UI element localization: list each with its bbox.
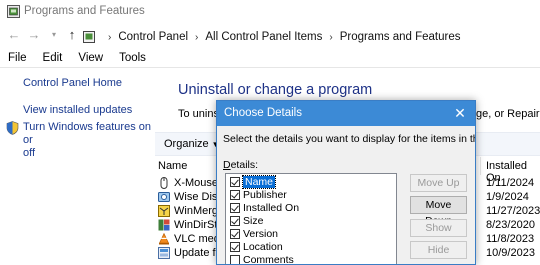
column-header-name[interactable]: Name — [158, 160, 187, 172]
windirstat-icon — [158, 219, 170, 231]
program-installed-date: 10/9/2023 — [486, 247, 535, 259]
choose-details-dialog: Choose Details ✕ Select the details you … — [216, 100, 476, 265]
menu-tools[interactable]: Tools — [111, 50, 154, 68]
dialog-titlebar[interactable]: Choose Details ✕ — [217, 101, 475, 126]
program-installed-date: 8/23/2020 — [486, 219, 535, 231]
breadcrumb-separator-icon[interactable]: › — [195, 32, 198, 43]
program-installed-date: 1/9/2024 — [486, 191, 529, 203]
program-row[interactable]: WinMerge — [158, 204, 224, 218]
breadcrumb-item[interactable]: Control Panel — [118, 31, 188, 43]
breadcrumb-separator-icon[interactable]: › — [329, 32, 332, 43]
window-title: Programs and Features — [24, 5, 145, 17]
checkbox-checked[interactable] — [230, 228, 240, 239]
detail-item-name[interactable]: Name — [230, 174, 277, 189]
detail-item-installed-on[interactable]: Installed On — [230, 201, 299, 214]
details-label: Details: — [223, 159, 258, 171]
detail-item-label: Installed On — [243, 201, 300, 214]
detail-item-label: Publisher — [243, 188, 287, 201]
details-label-rest: etails: — [230, 159, 259, 171]
program-installed-date: 1/11/2024 — [486, 177, 535, 189]
view-installed-updates-link[interactable]: View installed updates — [23, 104, 132, 116]
checkbox-unchecked[interactable] — [230, 254, 240, 264]
breadcrumb: › Control Panel › All Control Panel Item… — [83, 29, 461, 45]
menu-file[interactable]: File — [0, 50, 35, 68]
up-arrow-icon[interactable]: ↑ — [64, 27, 80, 43]
detail-item-label: Size — [243, 214, 264, 227]
vlc-cone-icon — [159, 233, 169, 245]
menu-edit[interactable]: Edit — [35, 50, 71, 68]
breadcrumb-separator-icon[interactable]: › — [108, 32, 111, 43]
detail-item-label: Location — [243, 240, 283, 253]
move-up-button[interactable]: Move Up — [410, 174, 467, 192]
organize-label: Organize — [164, 138, 209, 150]
show-button[interactable]: Show — [410, 219, 467, 237]
column-divider[interactable] — [480, 157, 481, 175]
mouse-icon — [160, 177, 168, 189]
recent-locations-chevron-icon[interactable]: ▾ — [46, 27, 62, 43]
control-panel-icon — [83, 31, 95, 43]
detail-item-version[interactable]: Version — [230, 227, 278, 240]
winmerge-icon — [158, 205, 170, 217]
dialog-body: Select the details you want to display f… — [217, 126, 475, 265]
address-bar: ← → ▾ ↑ › Control Panel › All Control Pa… — [0, 25, 540, 47]
detail-item-comments[interactable]: Comments — [230, 253, 294, 265]
organize-button[interactable]: Organize▼ — [164, 138, 220, 150]
checkbox-checked[interactable] — [230, 202, 240, 213]
breadcrumb-item[interactable]: Programs and Features — [340, 31, 461, 43]
windows-features-link-line1[interactable]: Turn Windows features on or — [23, 121, 160, 147]
hide-button[interactable]: Hide — [410, 241, 467, 259]
move-down-button[interactable]: Move Down — [410, 196, 467, 227]
close-icon[interactable]: ✕ — [451, 104, 469, 122]
shield-icon — [6, 121, 19, 135]
checkbox-checked[interactable] — [230, 241, 240, 252]
page-title: Uninstall or change a program — [178, 82, 373, 98]
details-listbox[interactable]: Name Publisher Installed On Size Version… — [225, 173, 397, 265]
breadcrumb-item[interactable]: All Control Panel Items — [205, 31, 322, 43]
forward-arrow-icon[interactable]: → — [26, 27, 42, 43]
back-arrow-icon[interactable]: ← — [6, 27, 22, 43]
dialog-description: Select the details you want to display f… — [223, 133, 475, 145]
windows-features-link[interactable]: Turn Windows features on or off — [6, 121, 160, 160]
update-installer-icon — [158, 247, 170, 259]
dialog-title: Choose Details — [224, 107, 302, 119]
detail-item-label: Comments — [243, 253, 294, 265]
menu-bar: File Edit View Tools — [0, 50, 540, 68]
checkbox-checked[interactable] — [230, 215, 240, 226]
checkbox-checked[interactable] — [230, 189, 240, 200]
detail-item-size[interactable]: Size — [230, 214, 263, 227]
programs-features-icon — [7, 5, 20, 18]
program-installed-date: 11/27/2023 — [486, 205, 540, 217]
detail-item-location[interactable]: Location — [230, 240, 283, 253]
detail-item-publisher[interactable]: Publisher — [230, 188, 287, 201]
detail-item-label: Name — [241, 174, 277, 189]
left-task-pane: Control Panel Home View installed update… — [0, 68, 160, 265]
page-description-end: ge, or Repair. — [476, 108, 540, 120]
control-panel-home-link[interactable]: Control Panel Home — [23, 77, 122, 89]
details-label-accelerator: D — [223, 159, 231, 171]
program-installed-date: 11/8/2023 — [486, 233, 535, 245]
window-titlebar: Programs and Features — [0, 0, 540, 24]
disk-cleaner-icon — [158, 192, 170, 202]
menu-view[interactable]: View — [70, 50, 111, 68]
windows-features-link-line2[interactable]: off — [23, 147, 160, 160]
detail-item-label: Version — [243, 227, 279, 240]
checkbox-checked[interactable] — [230, 176, 240, 187]
